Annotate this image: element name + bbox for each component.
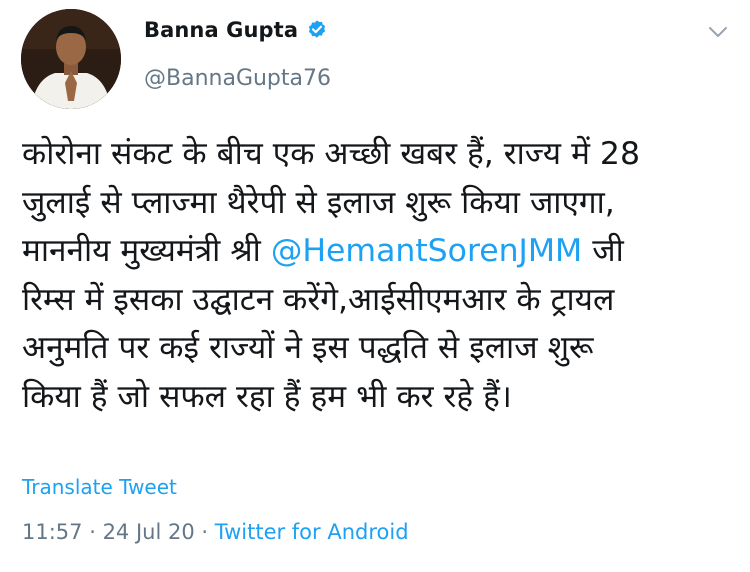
tweet-text-segment: अनुमति पर कई राज्यों ने इस पद्धति से इला… — [22, 330, 594, 367]
tweet-text-segment: रिम्स में इसका उद्घाटन करेंगे,आईसीएमआर क… — [22, 281, 615, 318]
tweet-text: कोरोना संकट के बीच एक अच्छी खबर हैं, राज… — [22, 130, 732, 422]
tweet-meta: 11:57 · 24 Jul 20 · Twitter for Android — [22, 520, 409, 544]
verified-badge-icon — [306, 19, 328, 41]
avatar[interactable] — [21, 9, 121, 109]
tweet-text-line: अनुमति पर कई राज्यों ने इस पद्धति से इला… — [22, 324, 732, 373]
tweet-text-segment: किया हैं जो सफल रहा हैं हम भी कर रहे हैं… — [22, 378, 512, 415]
tweet-source-link[interactable]: Twitter for Android — [215, 520, 409, 544]
tweet-text-segment: जी — [582, 233, 624, 270]
meta-separator: · — [194, 520, 215, 544]
tweet-text-line: कोरोना संकट के बीच एक अच्छी खबर हैं, राज… — [22, 130, 732, 179]
mention-link[interactable]: @HemantSorenJMM — [271, 233, 582, 269]
chevron-down-icon[interactable] — [707, 24, 729, 40]
tweet-text-line: रिम्स में इसका उद्घाटन करेंगे,आईसीएमआर क… — [22, 276, 732, 325]
tweet-time[interactable]: 11:57 — [22, 520, 83, 544]
meta-separator: · — [82, 520, 103, 544]
tweet-card: Banna Gupta @BannaGupta76 कोरोना संकट के… — [0, 0, 750, 572]
tweet-text-line: किया हैं जो सफल रहा हैं हम भी कर रहे हैं… — [22, 373, 732, 422]
tweet-date[interactable]: 24 Jul 20 — [103, 520, 195, 544]
tweet-text-segment: कोरोना संकट के बीच एक अच्छी खबर हैं, राज… — [22, 136, 641, 172]
author-handle[interactable]: @BannaGupta76 — [144, 66, 331, 91]
tweet-text-segment: माननीय मुख्यमंत्री श्री — [22, 233, 271, 270]
translate-tweet-link[interactable]: Translate Tweet — [22, 475, 177, 499]
avatar-photo — [21, 9, 121, 109]
tweet-text-line: माननीय मुख्यमंत्री श्री @HemantSorenJMM … — [22, 227, 732, 276]
tweet-text-line: जुलाई से प्लाज्मा थैरेपी से इलाज शुरू कि… — [22, 179, 732, 228]
author-name-row: Banna Gupta — [144, 18, 328, 42]
tweet-text-segment: जुलाई से प्लाज्मा थैरेपी से इलाज शुरू कि… — [22, 184, 615, 221]
author-name[interactable]: Banna Gupta — [144, 18, 298, 42]
